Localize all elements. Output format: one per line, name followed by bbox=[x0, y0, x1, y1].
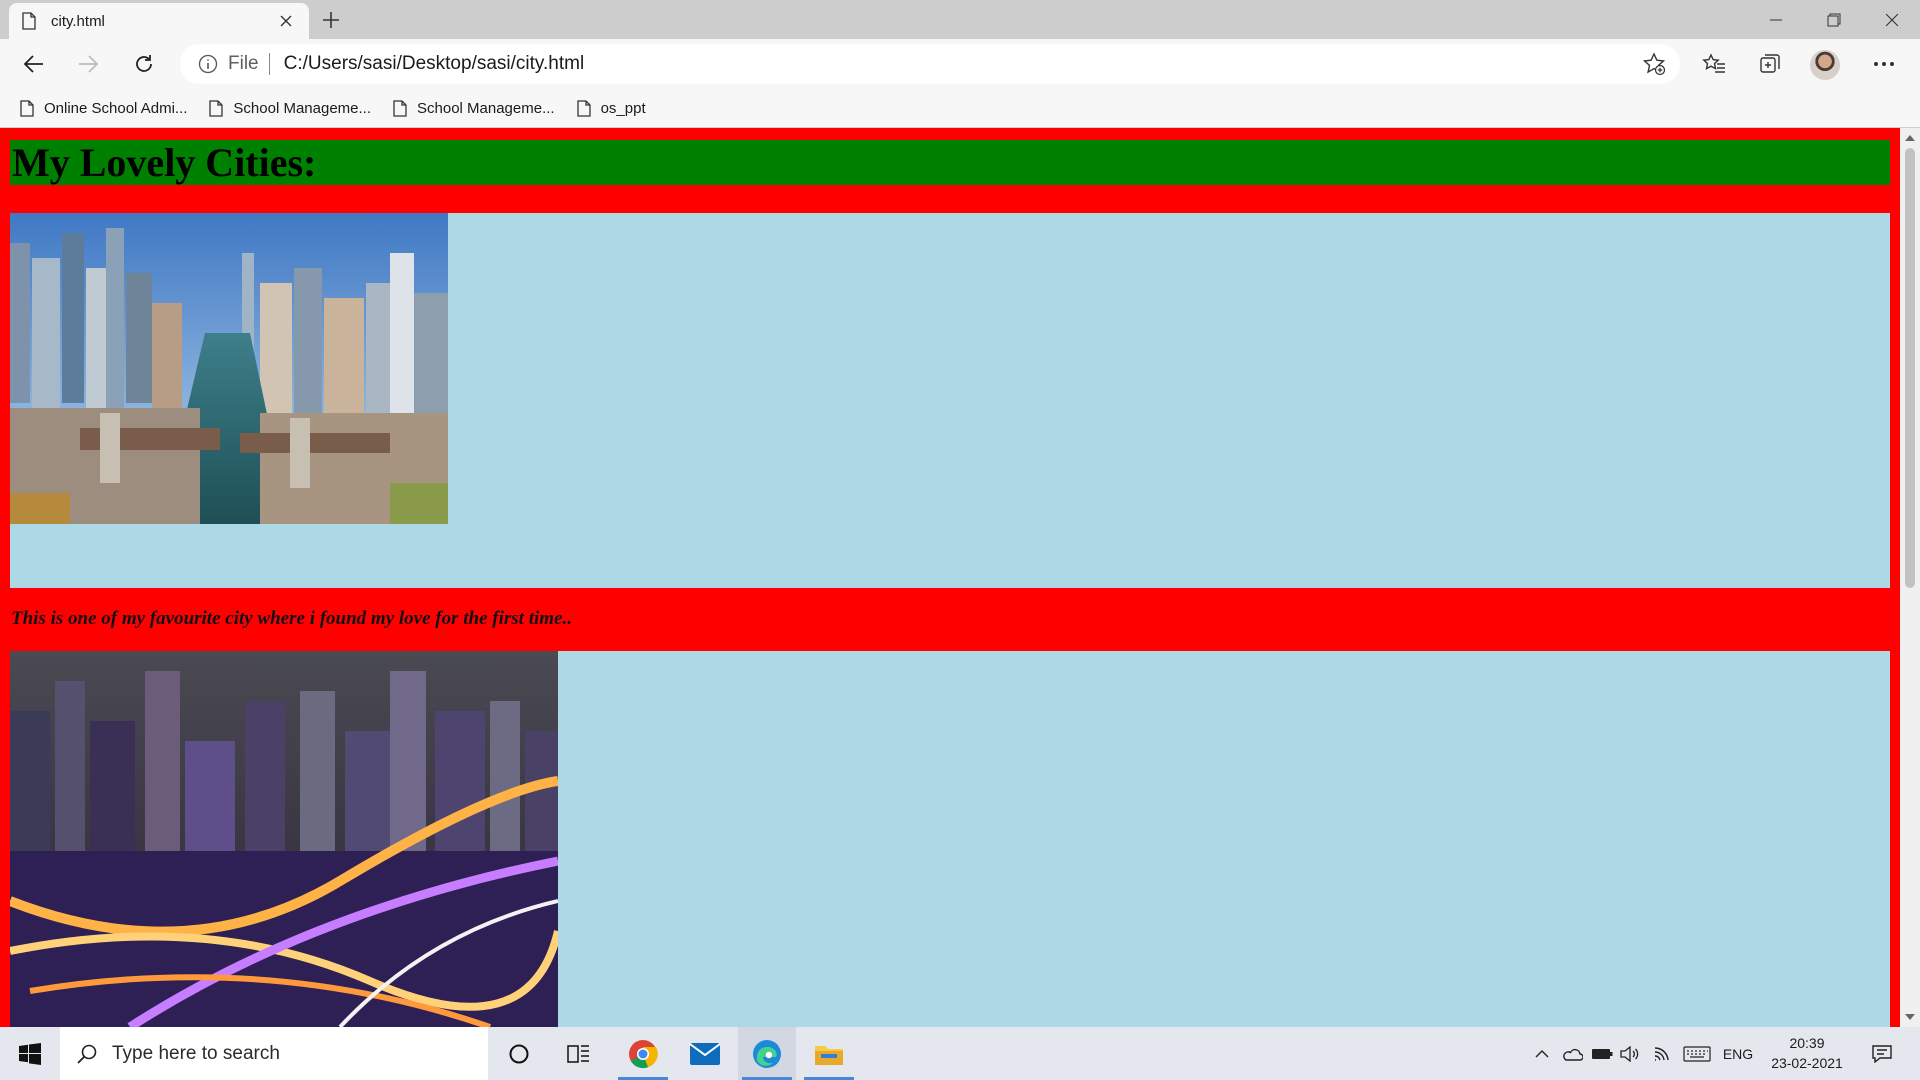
browser-title-bar: city.html bbox=[0, 0, 1920, 39]
search-placeholder: Type here to search bbox=[112, 1042, 280, 1064]
add-favorite-icon[interactable] bbox=[1636, 46, 1672, 82]
document-icon bbox=[20, 99, 34, 117]
wifi-icon[interactable] bbox=[1648, 1027, 1676, 1080]
close-tab-icon[interactable] bbox=[275, 10, 297, 32]
city-night-image bbox=[10, 651, 558, 1027]
collections-icon[interactable] bbox=[1752, 46, 1788, 82]
windows-start-button[interactable] bbox=[0, 1027, 60, 1080]
city-image-section bbox=[10, 213, 1890, 588]
keyboard-icon[interactable] bbox=[1680, 1027, 1714, 1080]
city-caption: This is one of my favourite city where i… bbox=[11, 608, 572, 629]
document-icon bbox=[209, 99, 224, 117]
taskbar-search-box[interactable]: Type here to search bbox=[60, 1027, 488, 1080]
url-text[interactable]: C:/Users/sasi/Desktop/sasi/city.html bbox=[284, 53, 1636, 75]
edge-icon[interactable] bbox=[738, 1027, 796, 1080]
scroll-up-icon[interactable] bbox=[1904, 132, 1916, 144]
scroll-down-icon[interactable] bbox=[1904, 1011, 1916, 1023]
url-scheme-label: File bbox=[228, 53, 259, 74]
refresh-button[interactable] bbox=[126, 46, 162, 82]
vertical-scrollbar[interactable] bbox=[1900, 128, 1920, 1027]
action-center-icon[interactable] bbox=[1862, 1027, 1902, 1080]
bookmark-item[interactable]: os_ppt bbox=[576, 99, 646, 117]
close-window-button[interactable] bbox=[1864, 0, 1920, 39]
bookmark-item[interactable]: School Manageme... bbox=[393, 100, 555, 117]
back-button[interactable] bbox=[16, 46, 52, 82]
cortana-icon[interactable] bbox=[490, 1027, 548, 1080]
page-viewport: My Lovely Cities: This is one of my favo… bbox=[0, 128, 1900, 1027]
document-icon bbox=[393, 99, 407, 117]
search-icon bbox=[76, 1043, 98, 1065]
more-options-icon[interactable] bbox=[1866, 46, 1902, 82]
forward-button[interactable] bbox=[70, 46, 106, 82]
bookmark-item[interactable]: Online School Admi... bbox=[20, 100, 187, 117]
new-tab-button[interactable] bbox=[318, 7, 344, 33]
profile-avatar[interactable] bbox=[1810, 50, 1840, 80]
bookmark-item[interactable]: School Manageme... bbox=[209, 100, 371, 117]
city-image-section bbox=[10, 651, 1890, 1027]
document-icon bbox=[21, 12, 37, 30]
task-view-icon[interactable] bbox=[550, 1027, 608, 1080]
onedrive-icon[interactable] bbox=[1558, 1027, 1586, 1080]
address-bar[interactable]: File C:/Users/sasi/Desktop/sasi/city.htm… bbox=[180, 44, 1680, 84]
clock-date: 23-02-2021 bbox=[1771, 1055, 1843, 1071]
omnibox-divider bbox=[268, 53, 270, 75]
restore-button[interactable] bbox=[1806, 0, 1862, 39]
bookmark-label: School Manageme... bbox=[417, 99, 555, 117]
file-explorer-icon[interactable] bbox=[800, 1027, 858, 1080]
chrome-icon[interactable] bbox=[614, 1027, 672, 1080]
taskbar-clock[interactable]: 20:39 23-02-2021 bbox=[1762, 1033, 1852, 1073]
bookmark-label: os_ppt bbox=[600, 99, 646, 117]
battery-icon[interactable] bbox=[1588, 1027, 1616, 1080]
browser-toolbar: File C:/Users/sasi/Desktop/sasi/city.htm… bbox=[0, 39, 1920, 89]
windows-taskbar: Type here to search ENG 20:39 23-02-2021 bbox=[0, 1027, 1920, 1080]
bookmark-label: Online School Admi... bbox=[44, 99, 188, 117]
clock-time: 20:39 bbox=[1789, 1035, 1825, 1051]
input-language-indicator[interactable]: ENG bbox=[1718, 1027, 1758, 1080]
city-river-image bbox=[10, 213, 448, 524]
bookmarks-bar: Online School Admi... School Manageme...… bbox=[0, 89, 1920, 128]
page-heading: My Lovely Cities: bbox=[10, 140, 1890, 185]
scrollbar-thumb[interactable] bbox=[1905, 148, 1915, 588]
minimize-button[interactable] bbox=[1748, 0, 1804, 39]
bookmark-label: School Manageme... bbox=[233, 99, 371, 117]
volume-icon[interactable] bbox=[1616, 1027, 1644, 1080]
info-icon[interactable] bbox=[198, 54, 218, 74]
browser-tab[interactable]: city.html bbox=[9, 3, 309, 39]
document-icon bbox=[576, 99, 591, 117]
favorites-icon[interactable] bbox=[1696, 46, 1732, 82]
language-label: ENG bbox=[1722, 1045, 1754, 1062]
show-hidden-icons-icon[interactable] bbox=[1528, 1027, 1556, 1080]
mail-icon[interactable] bbox=[676, 1027, 734, 1080]
tab-title: city.html bbox=[51, 12, 105, 30]
